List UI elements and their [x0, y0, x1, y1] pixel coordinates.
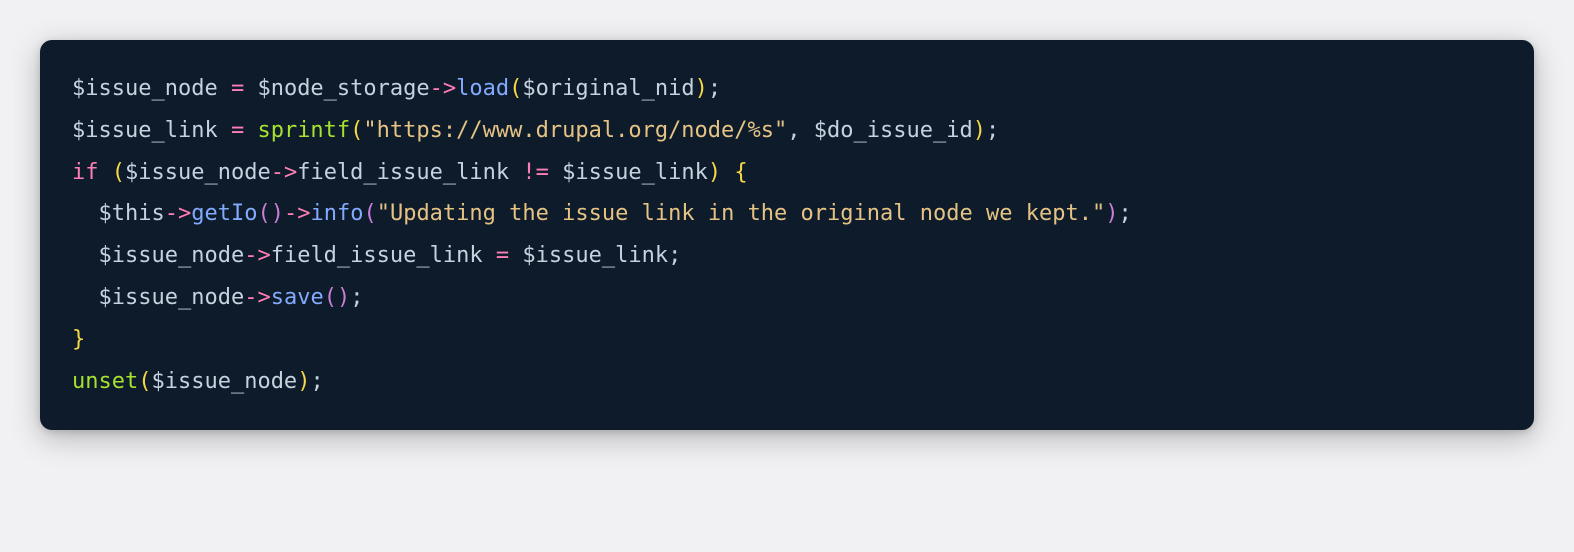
code-token: info [310, 201, 363, 226]
code-token: ; [310, 369, 323, 394]
code-token: "Updating the issue link in the original… [377, 201, 1105, 226]
code-token: ; [708, 76, 721, 101]
code-token: save [271, 285, 324, 310]
code-token: field_issue_link [271, 243, 483, 268]
code-line: } [72, 319, 1502, 361]
code-token: $issue_node [72, 76, 218, 101]
code-token: } [72, 327, 85, 352]
code-line: $issue_node = $node_storage->load($origi… [72, 68, 1502, 110]
code-token: $issue_node [99, 243, 245, 268]
code-token [218, 76, 231, 101]
code-token: ) [1105, 201, 1118, 226]
code-token: ; [350, 285, 363, 310]
code-token [244, 118, 257, 143]
code-token: -> [430, 76, 457, 101]
code-line: unset($issue_node); [72, 361, 1502, 403]
code-line: if ($issue_node->field_issue_link != $is… [72, 152, 1502, 194]
code-token: ) [271, 201, 284, 226]
code-token: ( [257, 201, 270, 226]
code-token: ( [363, 201, 376, 226]
code-token: ; [1118, 201, 1131, 226]
code-token: = [231, 76, 244, 101]
code-token: ) [337, 285, 350, 310]
code-token: if [72, 160, 99, 185]
code-token [244, 76, 257, 101]
code-token [721, 160, 734, 185]
code-token: ( [112, 160, 125, 185]
code-token: $issue_node [99, 285, 245, 310]
code-token: $issue_link [562, 160, 708, 185]
code-token: ) [297, 369, 310, 394]
code-token: ) [708, 160, 721, 185]
code-token [549, 160, 562, 185]
code-token [99, 160, 112, 185]
code-token: ; [986, 118, 999, 143]
code-token: = [496, 243, 509, 268]
code-token: field_issue_link [297, 160, 509, 185]
code-token: sprintf [257, 118, 350, 143]
code-token: ( [324, 285, 337, 310]
code-line: $this->getIo()->info("Updating the issue… [72, 193, 1502, 235]
code-token [218, 118, 231, 143]
code-block: $issue_node = $node_storage->load($origi… [40, 40, 1534, 430]
code-token: $node_storage [257, 76, 429, 101]
code-token: != [522, 160, 549, 185]
code-token: $original_nid [522, 76, 694, 101]
code-token: ( [509, 76, 522, 101]
code-line: $issue_link = sprintf("https://www.drupa… [72, 110, 1502, 152]
code-token: ) [973, 118, 986, 143]
code-token: = [231, 118, 244, 143]
code-token [801, 118, 814, 143]
code-token: "https://www.drupal.org/node/%s" [363, 118, 787, 143]
code-token: -> [244, 285, 271, 310]
code-token: unset [72, 369, 138, 394]
code-token: ( [350, 118, 363, 143]
code-token: -> [244, 243, 271, 268]
code-token: ) [695, 76, 708, 101]
code-token: -> [165, 201, 192, 226]
code-token: $issue_link [522, 243, 668, 268]
code-token: $issue_link [72, 118, 218, 143]
code-token: -> [271, 160, 298, 185]
code-token: $this [99, 201, 165, 226]
code-token: $issue_node [151, 369, 297, 394]
code-line: $issue_node->field_issue_link = $issue_l… [72, 235, 1502, 277]
code-token: load [456, 76, 509, 101]
code-line: $issue_node->save(); [72, 277, 1502, 319]
code-token: $do_issue_id [814, 118, 973, 143]
code-token [509, 243, 522, 268]
code-token: ( [138, 369, 151, 394]
code-token [509, 160, 522, 185]
code-token: getIo [191, 201, 257, 226]
code-token: ; [668, 243, 681, 268]
code-token: , [787, 118, 800, 143]
code-token: -> [284, 201, 311, 226]
code-token: { [734, 160, 747, 185]
code-token [483, 243, 496, 268]
code-token: $issue_node [125, 160, 271, 185]
